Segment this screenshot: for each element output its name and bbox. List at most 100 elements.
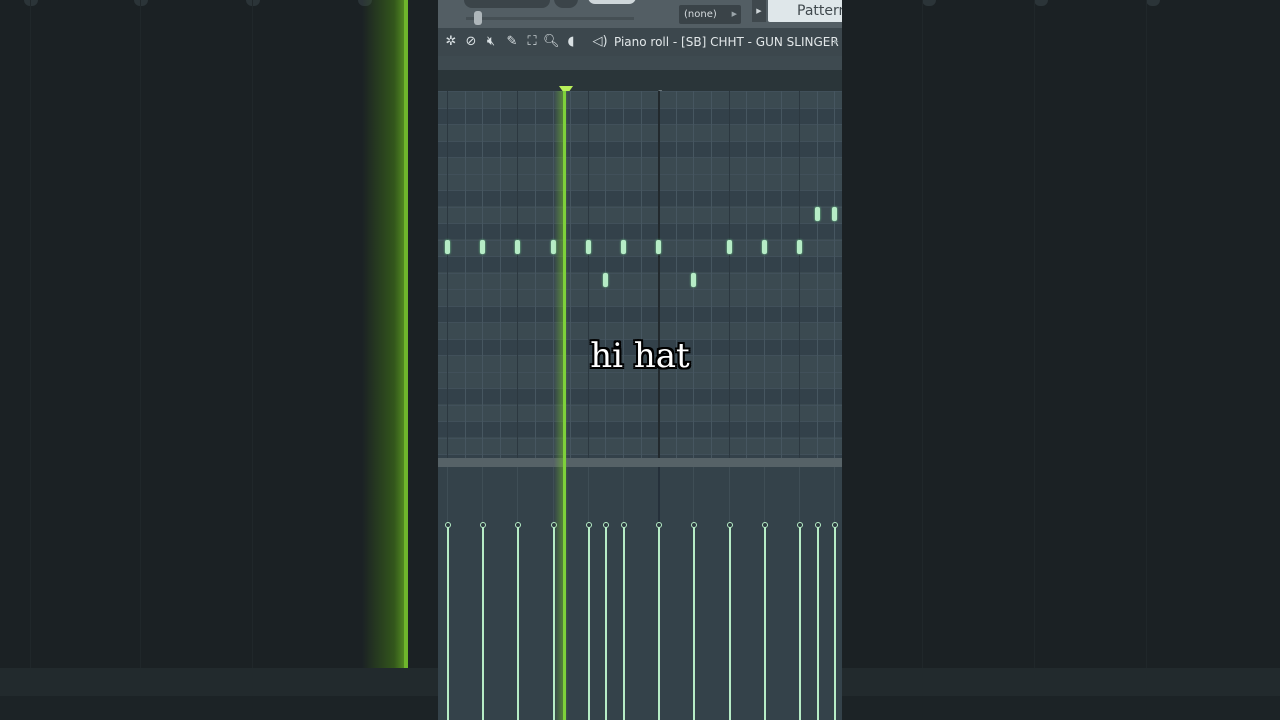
- velocity-bar[interactable]: [588, 527, 590, 720]
- hihat-note[interactable]: [445, 240, 450, 254]
- grid-step-line: [658, 91, 660, 458]
- speaker-icon[interactable]: ◁): [592, 34, 608, 50]
- velocity-bar[interactable]: [658, 527, 660, 720]
- background-dot: [246, 0, 260, 6]
- grid-step-line: [465, 91, 466, 458]
- piano-roll-toolbar: ✲ ⊘ 🔇︎ ✎ ⛶ 🔍︎ ◖ ◁) Piano roll - [SB] CHH…: [438, 28, 842, 56]
- pitch-slider-handle[interactable]: [474, 11, 482, 25]
- velocity-handle[interactable]: [762, 522, 768, 528]
- grid-step-line: [799, 91, 800, 458]
- background-dot: [134, 0, 148, 6]
- background-dot: [1146, 0, 1160, 6]
- velocity-bar[interactable]: [605, 527, 607, 720]
- background-grid-line: [252, 0, 253, 668]
- background-grid-line: [1034, 0, 1035, 668]
- velocity-bar[interactable]: [817, 527, 819, 720]
- hihat-note[interactable]: [515, 240, 520, 254]
- grid-step-line: [588, 91, 589, 458]
- grid-step-line: [817, 91, 818, 458]
- hihat-note[interactable]: [603, 273, 608, 287]
- hihat-note[interactable]: [691, 273, 696, 287]
- background-grid-line: [922, 0, 923, 668]
- velocity-handle[interactable]: [832, 522, 838, 528]
- chevron-right-icon: ▸: [834, 37, 839, 47]
- background-dot: [1034, 0, 1048, 6]
- tempo-display[interactable]: [588, 0, 636, 4]
- velocity-bar[interactable]: [623, 527, 625, 720]
- velocity-handle[interactable]: [656, 522, 662, 528]
- chevron-right-icon: ▶: [731, 10, 737, 18]
- grid-step-line: [834, 91, 835, 458]
- hihat-note[interactable]: [621, 240, 626, 254]
- hihat-note[interactable]: [797, 240, 802, 254]
- hihat-note[interactable]: [832, 207, 837, 221]
- velocity-bar[interactable]: [517, 527, 519, 720]
- pattern-button[interactable]: Pattern: [768, 0, 842, 22]
- velocity-handle[interactable]: [445, 522, 451, 528]
- velocity-handle[interactable]: [621, 522, 627, 528]
- pattern-dropdown[interactable]: (none) ▶: [679, 5, 741, 24]
- magic-wand-icon[interactable]: ✲: [443, 34, 459, 50]
- grid-step-line: [517, 91, 518, 458]
- velocity-handle[interactable]: [586, 522, 592, 528]
- background-grid-line: [140, 0, 141, 668]
- hihat-note[interactable]: [656, 240, 661, 254]
- volume-icon[interactable]: ◖: [563, 34, 579, 50]
- zoom-icon[interactable]: 🔍︎: [543, 34, 560, 50]
- grid-step-line: [447, 91, 448, 458]
- grid-step-line: [641, 91, 642, 458]
- piano-roll-title: Piano roll - [SB] CHHT - GUN SLINGER: [614, 35, 839, 49]
- grid-step-line: [711, 91, 712, 458]
- slice-icon[interactable]: ✎: [504, 34, 520, 50]
- grid-step-line: [500, 91, 501, 458]
- round-knob[interactable]: [554, 0, 578, 8]
- velocity-bar[interactable]: [799, 527, 801, 720]
- velocity-bar[interactable]: [693, 527, 695, 720]
- background-grid-line: [30, 0, 31, 668]
- hihat-note[interactable]: [480, 240, 485, 254]
- grid-step-line: [746, 91, 747, 458]
- select-icon[interactable]: ⛶: [524, 34, 540, 50]
- velocity-handle[interactable]: [515, 522, 521, 528]
- grid-step-line: [482, 91, 483, 458]
- cancel-icon[interactable]: ⊘: [463, 34, 479, 50]
- velocity-handle[interactable]: [815, 522, 821, 528]
- velocity-bar[interactable]: [447, 527, 449, 720]
- background-grid-line: [1146, 0, 1147, 668]
- grid-step-line: [623, 91, 624, 458]
- hihat-note[interactable]: [586, 240, 591, 254]
- grid-step-line: [535, 91, 536, 458]
- note-grid[interactable]: [438, 91, 842, 458]
- background-playhead-glow: [362, 0, 408, 668]
- play-arrow-icon[interactable]: ▶: [752, 0, 766, 22]
- velocity-handle[interactable]: [480, 522, 486, 528]
- velocity-bar[interactable]: [834, 527, 836, 720]
- velocity-handle[interactable]: [603, 522, 609, 528]
- velocity-bar[interactable]: [764, 527, 766, 720]
- hihat-note[interactable]: [762, 240, 767, 254]
- grid-step-line: [676, 91, 677, 458]
- hihat-note[interactable]: [727, 240, 732, 254]
- velocity-handle[interactable]: [797, 522, 803, 528]
- velocity-handle[interactable]: [691, 522, 697, 528]
- grid-step-line: [781, 91, 782, 458]
- background-dot: [24, 0, 38, 6]
- velocity-lane[interactable]: [438, 467, 842, 720]
- transport-control[interactable]: [464, 0, 550, 8]
- pattern-dropdown-value: (none): [684, 9, 717, 20]
- velocity-bar[interactable]: [482, 527, 484, 720]
- background-playhead-line: [404, 0, 408, 668]
- background-dot: [922, 0, 936, 6]
- velocity-bar[interactable]: [729, 527, 731, 720]
- timeline-ruler[interactable]: 2: [438, 56, 842, 98]
- playhead-line: [563, 91, 566, 720]
- velocity-handle[interactable]: [727, 522, 733, 528]
- grid-step-line: [570, 91, 571, 458]
- top-control-bar: (none) ▶ ▶ Pattern: [438, 0, 842, 28]
- hihat-note[interactable]: [815, 207, 820, 221]
- mute-icon[interactable]: 🔇︎: [483, 34, 499, 50]
- grid-step-line: [729, 91, 730, 458]
- grid-step-line: [764, 91, 765, 458]
- pitch-slider-track: [466, 17, 634, 20]
- event-editor-divider[interactable]: [438, 458, 842, 467]
